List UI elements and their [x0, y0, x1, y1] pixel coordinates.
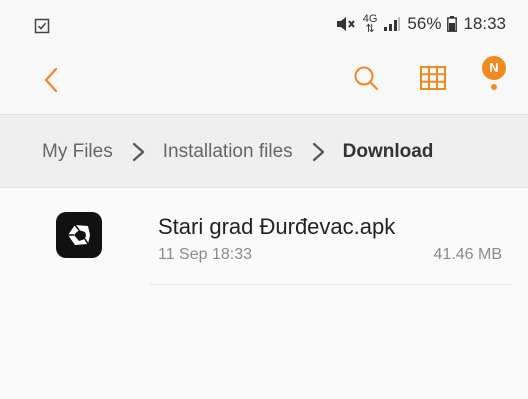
breadcrumb-download[interactable]: Download	[343, 141, 434, 163]
divider	[150, 284, 512, 285]
notification-badge: N	[482, 56, 506, 80]
more-options-dot-icon	[491, 84, 497, 90]
signal-icon	[383, 16, 401, 32]
status-indicators: 4G ⇅ 56% 18:33	[335, 14, 506, 35]
file-list: Stari grad Đurđevac.apk 11 Sep 18:33 41.…	[0, 188, 528, 399]
back-button[interactable]	[34, 63, 68, 101]
clock: 18:33	[463, 14, 506, 33]
file-name: Stari grad Đurđevac.apk	[158, 214, 396, 239]
status-bar: 4G ⇅ 56% 18:33	[0, 0, 528, 52]
notification-button[interactable]: N	[478, 52, 512, 98]
breadcrumb-my-files[interactable]: My Files	[42, 141, 113, 163]
unity-app-icon	[56, 212, 102, 258]
grid-view-icon	[419, 65, 447, 96]
toolbar: N	[0, 52, 528, 114]
file-size: 41.46 MB	[433, 246, 502, 263]
chevron-right-icon	[127, 142, 151, 162]
breadcrumb: My Files Installation files Download	[0, 114, 528, 188]
network-type: 4G ⇅	[363, 14, 378, 35]
chevron-right-icon	[307, 142, 331, 162]
breadcrumb-installation-files[interactable]: Installation files	[163, 141, 293, 163]
mute-icon	[335, 15, 357, 33]
search-button[interactable]	[348, 62, 384, 98]
file-date: 11 Sep 18:33	[158, 246, 253, 263]
list-item[interactable]: Stari grad Đurđevac.apk 11 Sep 18:33 41.…	[0, 188, 528, 286]
chevron-left-icon	[42, 66, 60, 99]
view-toggle-button[interactable]	[415, 62, 451, 98]
battery-percent: 56%	[407, 14, 442, 33]
network-activity: ⇅	[365, 23, 375, 35]
search-icon	[352, 64, 380, 97]
battery-icon	[447, 16, 458, 32]
task-checkbox-icon	[34, 18, 50, 34]
